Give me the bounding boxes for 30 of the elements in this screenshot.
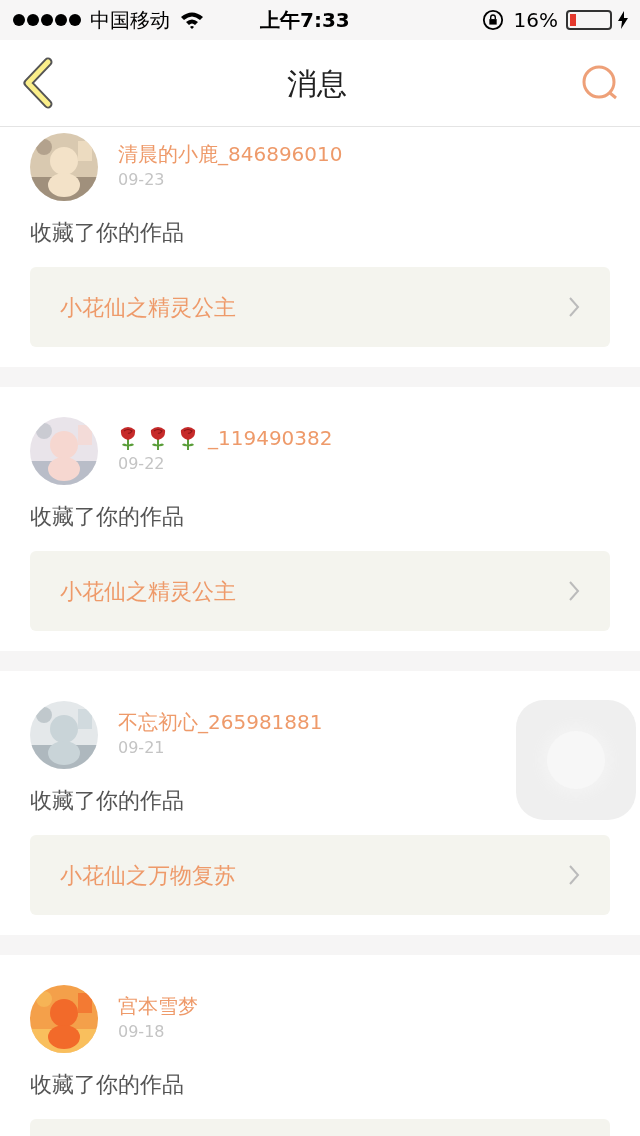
message-date: 09-21: [118, 737, 166, 759]
rotation-lock-icon: [481, 9, 504, 31]
clock-time: 上午7:33: [260, 7, 350, 34]
user-name[interactable]: _119490382: [208, 425, 333, 451]
message-date: 09-18: [118, 1021, 166, 1043]
rose-icon: [178, 425, 198, 451]
chevron-right-icon: [568, 296, 580, 318]
signal-icon: [12, 13, 82, 27]
user-name[interactable]: 宫本雪梦: [118, 993, 198, 1019]
message-text: 收藏了你的作品: [30, 503, 185, 531]
rose-icon: [118, 425, 138, 451]
rose-icon: [148, 425, 168, 451]
message-date: 09-22: [118, 453, 166, 475]
work-link[interactable]: 小花仙之精灵公主: [30, 267, 610, 347]
battery-percent: 16%: [513, 7, 558, 34]
carrier-name: 中国移动: [90, 7, 170, 34]
work-link[interactable]: 小花仙之万物复苏: [30, 835, 610, 915]
user-name[interactable]: 不忘初心_265981881: [118, 709, 323, 735]
battery-icon: [566, 10, 612, 30]
page-title: 消息: [287, 64, 347, 103]
chevron-right-icon: [568, 864, 580, 886]
chevron-right-icon: [568, 580, 580, 602]
message-date: 09-23: [118, 169, 166, 191]
message-text: 收藏了你的作品: [30, 1071, 185, 1099]
work-link[interactable]: 小花仙之精灵公主: [30, 551, 610, 631]
message-text: 收藏了你的作品: [30, 219, 185, 247]
message-text: 收藏了你的作品: [30, 787, 185, 815]
user-name[interactable]: 清晨的小鹿_846896010: [118, 141, 343, 167]
back-button[interactable]: [20, 56, 54, 110]
wifi-icon: [180, 11, 204, 29]
